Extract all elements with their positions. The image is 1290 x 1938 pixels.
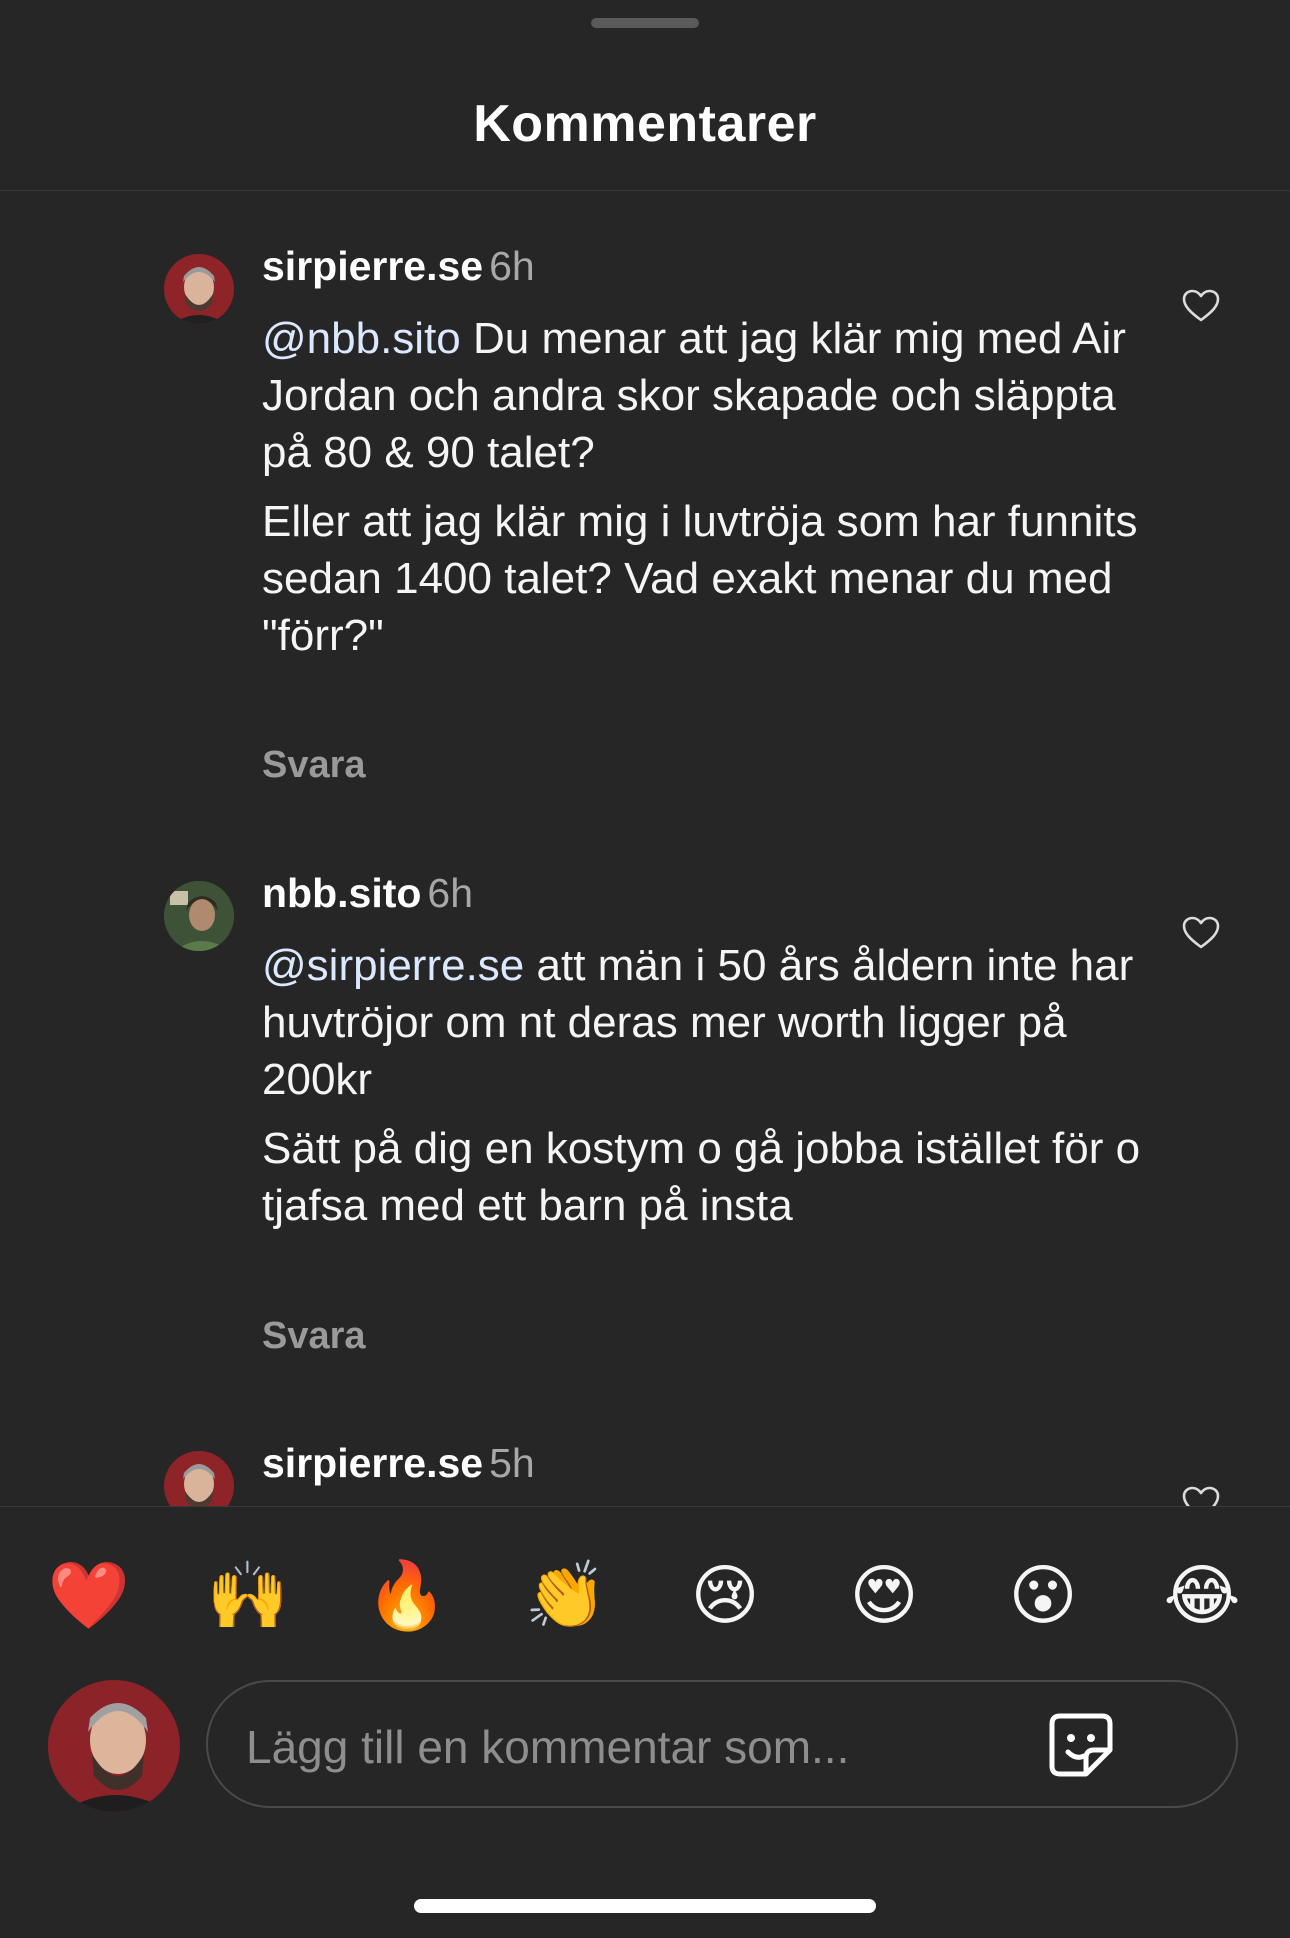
heart-outline-icon[interactable] — [1182, 289, 1220, 323]
reaction-heart-eyes[interactable]: 😍 — [839, 1550, 929, 1640]
comment-text: @sirpierre.se att män i 50 års åldern in… — [262, 937, 1142, 1246]
comment-mention[interactable]: @nbb.sito — [262, 314, 461, 363]
quick-reactions-bar: ❤️ 🙌 🔥 👏 😢 😍 😮 😂 — [0, 1550, 1290, 1640]
comment-list[interactable]: sirpierre.se 6h @nbb.sito Du menar att ja… — [0, 191, 1290, 1506]
reaction-raised-hands[interactable]: 🙌 — [203, 1550, 293, 1640]
reaction-fire[interactable]: 🔥 — [362, 1550, 452, 1640]
sticker-icon[interactable] — [1046, 1710, 1116, 1780]
comment-input-placeholder[interactable]: Lägg till en kommentar som... — [246, 1720, 849, 1774]
home-indicator[interactable] — [414, 1899, 876, 1913]
reaction-surprised[interactable]: 😮 — [998, 1550, 1088, 1640]
comment-input[interactable]: Lägg till en kommentar som... — [206, 1680, 1238, 1808]
reply-button[interactable]: Svara — [262, 1315, 366, 1358]
comment-username[interactable]: sirpierre.se — [262, 243, 483, 289]
reaction-clapping[interactable]: 👏 — [521, 1550, 611, 1640]
composer-avatar — [48, 1680, 180, 1812]
reply-button[interactable]: Svara — [262, 744, 366, 787]
sheet-header: Kommentarer — [0, 0, 1290, 191]
sheet-title: Kommentarer — [473, 95, 817, 153]
heart-outline-icon[interactable] — [1182, 916, 1220, 950]
avatar[interactable] — [164, 1451, 234, 1506]
comment-text-second: Sätt på dig en kostym o gå jobba iställe… — [262, 1124, 1141, 1230]
comment-meta: nbb.sito 6h — [262, 868, 473, 918]
reaction-heart[interactable]: ❤️ — [44, 1550, 134, 1640]
comment-time: 6h — [427, 870, 474, 916]
comment-username[interactable]: nbb.sito — [262, 870, 421, 916]
comment-meta: sirpierre.se 5h — [262, 1438, 535, 1488]
avatar[interactable] — [164, 881, 234, 951]
heart-outline-icon[interactable] — [1182, 1486, 1220, 1506]
comment-time: 6h — [489, 243, 535, 289]
comment-mention[interactable]: @sirpierre.se — [262, 941, 524, 990]
avatar[interactable] — [164, 254, 234, 324]
comment-username[interactable]: sirpierre.se — [262, 1440, 483, 1486]
comment-time: 5h — [489, 1440, 535, 1486]
divider — [0, 1506, 1290, 1507]
comment-text: @nbb.sito Du menar att jag klär mig med … — [262, 310, 1142, 676]
comment-text-second: Eller att jag klär mig i luvtröja som ha… — [262, 497, 1138, 660]
reaction-laughing[interactable]: 😂 — [1157, 1550, 1247, 1640]
comment-meta: sirpierre.se 6h — [262, 241, 535, 291]
sheet-grabber[interactable] — [591, 18, 699, 28]
reaction-crying[interactable]: 😢 — [680, 1550, 770, 1640]
